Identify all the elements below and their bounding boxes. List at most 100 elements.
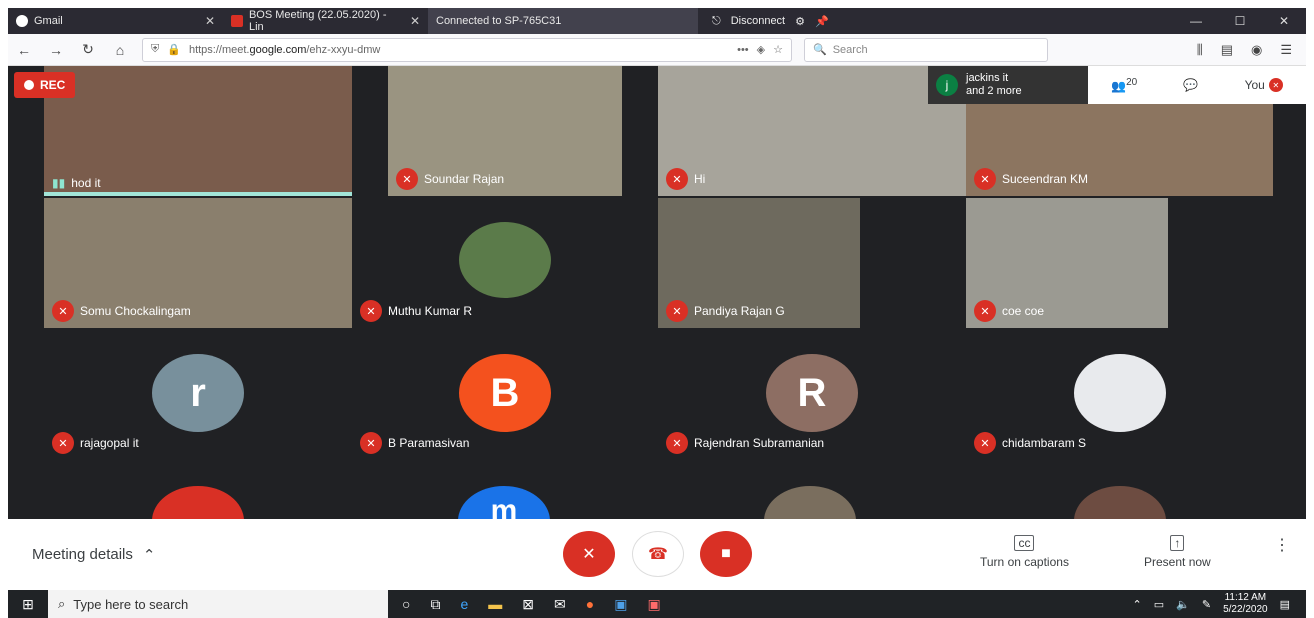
participant-tile[interactable]: ▮▮ hod it [44,66,352,196]
participant-tile[interactable]: ✕ Soundar Rajan [388,66,622,196]
edge-icon[interactable]: e [460,596,468,613]
minimize-button[interactable]: — [1174,14,1218,28]
more-options-button[interactable]: ⋮ [1274,535,1290,555]
participant-name: hod it [71,176,101,190]
store-icon[interactable]: ⊠ [522,596,534,613]
mic-off-icon: ✕ [1268,78,1283,92]
leave-call-button[interactable]: ☎ [632,531,684,577]
tile-label: ✕ Hi [666,168,705,190]
mic-off-icon: ✕ [666,168,688,190]
participant-tile[interactable]: ✕ coe coe [966,198,1168,328]
chevron-up-icon[interactable]: ⌃ [1133,598,1142,611]
participant-name: Suceendran KM [1002,172,1089,186]
camera-toggle-button[interactable]: ■ [700,531,752,577]
participant-tile[interactable]: r ✕ rajagopal it [44,330,352,460]
recording-badge: REC [14,72,76,98]
cortana-icon[interactable]: ○ [402,596,410,613]
participant-tile[interactable]: ✕ Suceendran KM [966,104,1273,196]
windows-start-icon[interactable]: ⊞ [8,596,48,613]
page-actions-icon[interactable]: ••• [737,44,749,56]
participant-name: coe coe [1002,304,1045,318]
back-button[interactable]: ← [14,42,34,58]
participant-tile[interactable]: R ✕ Rajendran Subramanian [658,330,966,460]
pen-icon[interactable]: ✎ [1202,598,1211,611]
participant-name: Somu Chockalingam [80,304,191,318]
search-box[interactable]: 🔍 Search [804,37,1048,62]
search-icon: ⌕ [58,596,66,611]
maximize-button[interactable]: ☐ [1218,14,1262,28]
participant-tile[interactable]: ✕ Pandiya Rajan G [658,198,860,328]
captions-button[interactable]: cc Turn on captions [980,535,1069,569]
shield-icon[interactable]: ⛨ [151,43,159,56]
tile-label: ✕ rajagopal it [52,432,139,454]
chevron-up-icon: ⌃ [142,546,156,564]
url-text[interactable]: https://meet.google.com/ehz-xxyu-dmw [189,44,729,56]
meeting-details-button[interactable]: Meeting details ⌃ [32,546,155,564]
firefox-icon[interactable]: ● [586,596,594,613]
pin-icon[interactable]: 📌 [815,15,829,28]
tile-label: ✕ Soundar Rajan [396,168,504,190]
tile-label: ✕ Muthu Kumar R [360,300,472,322]
mic-toggle-button[interactable]: ✕ [563,531,615,577]
lock-icon[interactable]: 🔒 [167,43,181,56]
notifications-icon[interactable]: ▤ [1280,598,1290,611]
clock[interactable]: 11:12 AM 5/22/2020 [1223,592,1268,616]
menu-icon[interactable]: ☰ [1280,42,1292,58]
settings-icon[interactable]: ⚙ [795,15,805,28]
task-view-icon[interactable]: ⧉ [430,596,440,613]
window-controls: — ☐ ✕ [1174,14,1306,28]
tile-label: ✕ Suceendran KM [974,168,1088,190]
tile-label: ✕ Rajendran Subramanian [666,432,824,454]
taskbar-search-placeholder: Type here to search [73,596,189,612]
tile-label: ✕ B Paramasivan [360,432,469,454]
library-icon[interactable]: ⫼ [1197,42,1203,58]
mic-off-icon: ✕ [52,300,74,322]
participant-name: Hi [694,172,706,186]
participant-tile[interactable]: ✕ Hi [658,66,966,196]
home-button[interactable]: ⌂ [110,42,130,58]
url-bar[interactable]: ⛨ 🔒 https://meet.google.com/ehz-xxyu-dmw… [142,37,792,62]
participant-tile[interactable]: ✕ chidambaram S [966,330,1273,460]
participant-tile[interactable]: B ✕ B Paramasivan [352,330,658,460]
network-icon[interactable]: ▭ [1154,598,1164,611]
file-explorer-icon[interactable]: ▬ [488,596,502,613]
windows-taskbar: ⊞ ⌕ Type here to search ○ ⧉ e ▬ ⊠ ✉ ● ▣ … [8,590,1306,618]
participant-tile[interactable]: ✕ Muthu Kumar R [352,198,658,328]
taskbar-search[interactable]: ⌕ Type here to search [48,590,388,618]
tab-label: Gmail [34,15,63,27]
chat-icon[interactable]: 💬 [1183,78,1198,92]
avatar: B [459,354,551,432]
hang-up-icon: ☎ [648,546,668,563]
avatar: j [936,74,958,96]
top-right-panel: j jackins it and 2 more 👥20 💬 You ✕ [928,66,1306,104]
forward-button[interactable]: → [46,42,66,58]
tab-gmail[interactable]: Gmail ✕ [8,8,223,34]
close-window-button[interactable]: ✕ [1262,14,1306,28]
you-label: You [1244,78,1265,92]
extension-icon[interactable]: ◉ [1251,42,1262,58]
rec-label: REC [40,78,66,92]
participant-tile[interactable]: ✕ Somu Chockalingam [44,198,352,328]
volume-icon[interactable]: 🔈 [1176,598,1190,611]
snipping-icon[interactable]: ▣ [647,596,660,613]
presenter-chip[interactable]: j jackins it and 2 more [928,66,1088,104]
mic-off-icon: ✕ [974,168,996,190]
disconnect-button[interactable]: Disconnect [731,15,785,27]
avatar [764,486,856,519]
self-view[interactable]: You ✕ [1245,78,1283,92]
sidebar-icon[interactable]: ▤ [1221,42,1233,58]
remote-desktop-icon[interactable]: ▣ [614,596,627,613]
bookmark-star-icon[interactable]: ☆ [773,43,783,56]
tab-bos-meeting[interactable]: BOS Meeting (22.05.2020) - Lin ✕ [223,8,428,34]
mic-off-icon: ✕ [396,168,418,190]
reload-button[interactable]: ↻ [78,41,98,58]
mail-icon[interactable]: ✉ [554,596,566,613]
tab-connected[interactable]: Connected to SP-765C31 [428,8,698,34]
present-now-button[interactable]: ↑ Present now [1144,535,1211,569]
pocket-icon[interactable]: ◈ [757,43,765,56]
participant-name: B Paramasivan [388,436,470,450]
participants-button[interactable]: 👥20 [1111,77,1137,93]
close-icon[interactable]: ✕ [205,14,215,28]
close-icon[interactable]: ✕ [410,14,420,28]
navigation-bar: ← → ↻ ⌂ ⛨ 🔒 https://meet.google.com/ehz-… [8,34,1306,66]
